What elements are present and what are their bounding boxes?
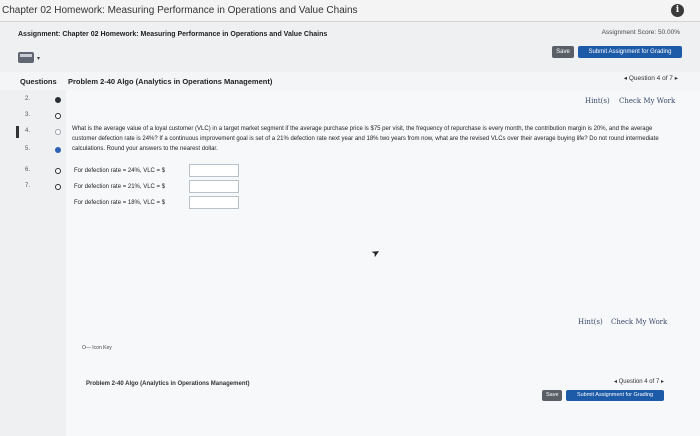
current-question-marker	[16, 126, 19, 138]
window-title: Chapter 02 Homework: Measuring Performan…	[2, 5, 358, 16]
save-button[interactable]: Save	[552, 46, 574, 58]
vlc-21-input[interactable]	[189, 180, 239, 193]
icon-key[interactable]: O— Icon Key	[82, 345, 112, 351]
question-number: 7.	[25, 183, 31, 189]
question-item[interactable]: 7.	[0, 181, 66, 195]
status-open-icon	[55, 129, 61, 135]
footer-question-navigator[interactable]: ◂ Question 4 of 7 ▸	[614, 378, 664, 385]
status-ring-icon	[55, 168, 61, 174]
question-item[interactable]: 6.	[0, 165, 66, 179]
calculator-icon[interactable]	[18, 52, 34, 63]
mouse-cursor-icon: ➤	[369, 246, 383, 261]
question-number: 6.	[25, 167, 31, 173]
answer-label: For defection rate = 24%, VLC = $	[74, 168, 166, 174]
info-icon[interactable]: i	[671, 4, 684, 17]
check-my-work-link[interactable]: Check My Work	[619, 97, 675, 105]
question-number: 2.	[25, 96, 31, 102]
status-ring-icon	[55, 184, 61, 190]
status-ring-icon	[55, 113, 61, 119]
hints-link-bottom[interactable]: Hint(s)	[578, 318, 603, 326]
submit-assignment-button[interactable]: Submit Assignment for Grading	[578, 46, 682, 58]
problem-title: Problem 2-40 Algo (Analytics in Operatio…	[68, 77, 273, 86]
vlc-18-input[interactable]	[189, 196, 239, 209]
questions-label: Questions	[20, 77, 57, 86]
window-title-bar: Chapter 02 Homework: Measuring Performan…	[0, 0, 700, 22]
status-filled-icon	[55, 97, 61, 103]
question-item[interactable]: 2.	[0, 94, 66, 108]
question-number: 3.	[25, 112, 31, 118]
questions-header: Questions Problem 2-40 Algo (Analytics i…	[0, 72, 700, 91]
chevron-down-icon[interactable]: ▾	[37, 55, 40, 62]
assignment-title: Assignment: Chapter 02 Homework: Measuri…	[18, 31, 328, 38]
question-number: 5.	[25, 146, 31, 152]
answer-label: For defection rate = 18%, VLC = $	[74, 200, 166, 206]
hints-link[interactable]: Hint(s)	[585, 97, 610, 105]
footer-bar: Problem 2-40 Algo (Analytics in Operatio…	[66, 378, 700, 408]
status-blue-icon	[55, 147, 61, 153]
question-item-current[interactable]: 4.	[0, 126, 66, 140]
question-navigator[interactable]: ◂ Question 4 of 7 ▸	[624, 74, 678, 82]
question-list: 2. 3. 4. 5. 6. 7.	[0, 90, 67, 436]
assignment-header: Assignment: Chapter 02 Homework: Measuri…	[0, 22, 700, 73]
footer-problem-title: Problem 2-40 Algo (Analytics in Operatio…	[86, 381, 250, 387]
question-item[interactable]: 3.	[0, 110, 66, 124]
check-my-work-link-bottom[interactable]: Check My Work	[611, 318, 667, 326]
footer-save-button[interactable]: Save	[542, 390, 562, 401]
question-number: 4.	[25, 128, 31, 134]
assignment-score: Assignment Score: 50.00%	[601, 29, 680, 36]
question-item[interactable]: 5.	[0, 144, 66, 158]
problem-statement: What is the average value of a loyal cus…	[72, 126, 659, 152]
vlc-24-input[interactable]	[189, 164, 239, 177]
answer-label: For defection rate = 21%, VLC = $	[74, 184, 166, 190]
footer-submit-button[interactable]: Submit Assignment for Grading	[566, 390, 664, 401]
